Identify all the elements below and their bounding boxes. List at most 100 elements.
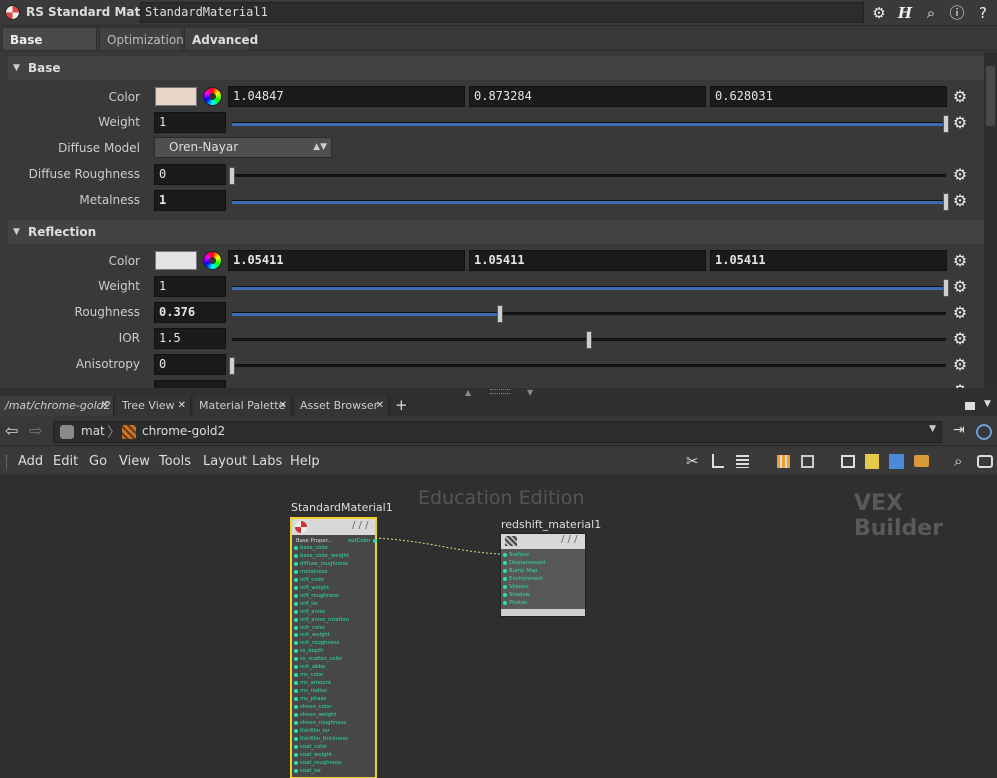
node-name-field[interactable]: StandardMaterial1 — [140, 2, 864, 23]
metalness-field[interactable]: 1 — [154, 190, 226, 211]
add-tab-icon[interactable]: + — [395, 396, 408, 414]
refl-roughness-field[interactable]: 0.376 — [154, 302, 226, 323]
slider-knob[interactable] — [943, 279, 949, 297]
base-color-r-field[interactable]: 1.04847 — [228, 86, 465, 107]
tab-advanced[interactable]: Advanced — [184, 27, 258, 51]
input-port[interactable]: ms_amount — [293, 679, 331, 687]
refl-roughness-slider[interactable] — [232, 305, 946, 323]
diffuse-roughness-field[interactable]: 0 — [154, 164, 226, 185]
input-port[interactable]: coat_ior — [293, 767, 321, 775]
input-port[interactable]: metalness — [293, 568, 327, 576]
gear-icon[interactable]: ⚙ — [951, 192, 969, 210]
base-color-swatch[interactable] — [155, 87, 197, 106]
node-title[interactable]: redshift_material1 — [501, 518, 601, 531]
close-icon[interactable]: ✕ — [376, 396, 384, 416]
folder-base[interactable]: ▼ Base — [8, 56, 984, 80]
pane-divider[interactable]: ▲ ▼ — [0, 388, 997, 397]
refl-ior-slider[interactable] — [232, 331, 946, 349]
input-port[interactable]: Shadow — [503, 591, 530, 599]
chevron-down-icon[interactable]: ▼ — [984, 399, 991, 409]
input-port[interactable]: ms_phase — [294, 695, 327, 703]
color-palette-icon[interactable] — [777, 455, 790, 468]
input-port[interactable]: ms_radius — [294, 687, 327, 695]
base-weight-slider[interactable] — [232, 115, 949, 133]
close-icon[interactable]: ✕ — [279, 396, 287, 416]
base-color-b-field[interactable]: 0.628031 — [710, 86, 947, 107]
tree-layout-icon[interactable] — [712, 454, 724, 468]
menu-layout[interactable]: Layout — [203, 450, 247, 474]
node-title[interactable]: StandardMaterial1 — [291, 501, 393, 514]
parameter-scrollbar[interactable] — [984, 52, 997, 388]
input-port[interactable]: refr_roughness — [294, 639, 340, 647]
tab-tree-view[interactable]: Tree View ✕ — [117, 396, 191, 416]
shape-palette-icon[interactable] — [801, 455, 814, 468]
gear-icon[interactable]: ⚙ — [951, 304, 969, 322]
input-port[interactable]: refr_abbe — [293, 663, 325, 671]
back-arrow-icon[interactable]: ⇦ — [5, 421, 18, 440]
refl-color-r-field[interactable]: 1.05411 — [228, 250, 465, 271]
base-color-g-field[interactable]: 0.873284 — [469, 86, 706, 107]
search-icon[interactable]: ⌕ — [921, 3, 941, 23]
close-icon[interactable]: ✕ — [101, 396, 109, 416]
menu-go[interactable]: Go — [89, 450, 107, 474]
collapse-triangle-icon[interactable]: ▼ — [13, 220, 20, 244]
refl-color-swatch[interactable] — [155, 251, 197, 270]
network-box-icon[interactable] — [841, 455, 855, 468]
refl-color-b-field[interactable]: 1.05411 — [710, 250, 947, 271]
tab-mat-chrome-gold2[interactable]: /mat/chrome-gold2 ✕ — [0, 396, 114, 416]
metalness-slider[interactable] — [232, 193, 949, 211]
input-port[interactable]: Volume — [503, 583, 529, 591]
sticky-note-icon[interactable] — [865, 454, 879, 469]
refl-anisotropy-slider[interactable] — [229, 357, 946, 375]
output-port-dot[interactable] — [373, 539, 377, 543]
camera-icon[interactable] — [977, 455, 993, 468]
color-wheel-icon[interactable] — [203, 87, 222, 106]
node-flags-icon[interactable]: / / / — [352, 520, 368, 531]
input-port[interactable]: Bump Map — [502, 567, 537, 575]
input-port[interactable]: base_color — [293, 544, 328, 552]
input-port[interactable]: sheen_roughness — [293, 719, 346, 727]
input-port[interactable]: coat_weight — [294, 751, 332, 759]
pane-menu-icon[interactable] — [965, 402, 975, 410]
refl-weight-field[interactable]: 1 — [154, 276, 226, 297]
input-port[interactable]: refl_weight — [293, 584, 329, 592]
gear-icon[interactable]: ⚙ — [951, 88, 969, 106]
network-editor-canvas[interactable]: Education Edition VEX Builder StandardMa… — [0, 475, 997, 778]
background-image-icon[interactable] — [889, 454, 904, 469]
scrollbar-thumb[interactable] — [986, 66, 995, 126]
forward-arrow-icon[interactable]: ⇨ — [29, 421, 42, 440]
standard-material-node[interactable]: / / / Base Proper... outColor base_color… — [290, 517, 377, 778]
tab-asset-browser[interactable]: Asset Browser ✕ — [295, 396, 389, 416]
gear-icon[interactable]: ⚙ — [869, 3, 889, 23]
menu-help[interactable]: Help — [290, 450, 320, 474]
dots-icon[interactable] — [914, 455, 929, 467]
houdini-h-icon[interactable]: H — [895, 3, 915, 23]
gear-icon[interactable]: ⚙ — [951, 252, 969, 270]
slider-knob[interactable] — [497, 305, 504, 323]
input-port[interactable]: refl_roughness — [294, 592, 339, 600]
tab-optimizations[interactable]: Optimizations — [99, 27, 190, 51]
input-port[interactable]: refr_color — [293, 624, 325, 632]
input-port[interactable]: sheen_weight — [294, 711, 337, 719]
slider-knob[interactable] — [229, 167, 235, 185]
tools-wrench-icon[interactable]: ✂ — [686, 452, 699, 470]
gear-icon[interactable]: ⚙ — [951, 166, 969, 184]
menu-edit[interactable]: Edit — [53, 450, 78, 474]
slider-knob[interactable] — [943, 193, 949, 211]
divider-grip-icon[interactable] — [490, 389, 510, 394]
refl-color-g-field[interactable]: 1.05411 — [469, 250, 706, 271]
node-flags-icon[interactable]: / / / — [561, 534, 577, 545]
path-root[interactable]: mat — [81, 424, 105, 438]
base-weight-field[interactable]: 1 — [154, 112, 226, 133]
input-port[interactable]: ss_scatter_color — [293, 655, 342, 663]
menu-labs[interactable]: Labs — [252, 450, 282, 474]
info-icon[interactable]: ⓘ — [947, 3, 967, 23]
input-port[interactable]: coat_color — [293, 743, 327, 751]
gear-icon[interactable]: ⚙ — [951, 356, 969, 374]
help-icon[interactable]: ? — [973, 3, 993, 23]
tab-base-properties[interactable]: Base Properties — [2, 27, 97, 71]
refl-weight-slider[interactable] — [232, 279, 949, 297]
search-icon[interactable]: ⌕ — [954, 452, 962, 470]
input-port[interactable]: sheen_color — [294, 703, 332, 711]
diffuse-model-menu[interactable]: Oren-Nayar ▲▼ — [154, 137, 332, 158]
